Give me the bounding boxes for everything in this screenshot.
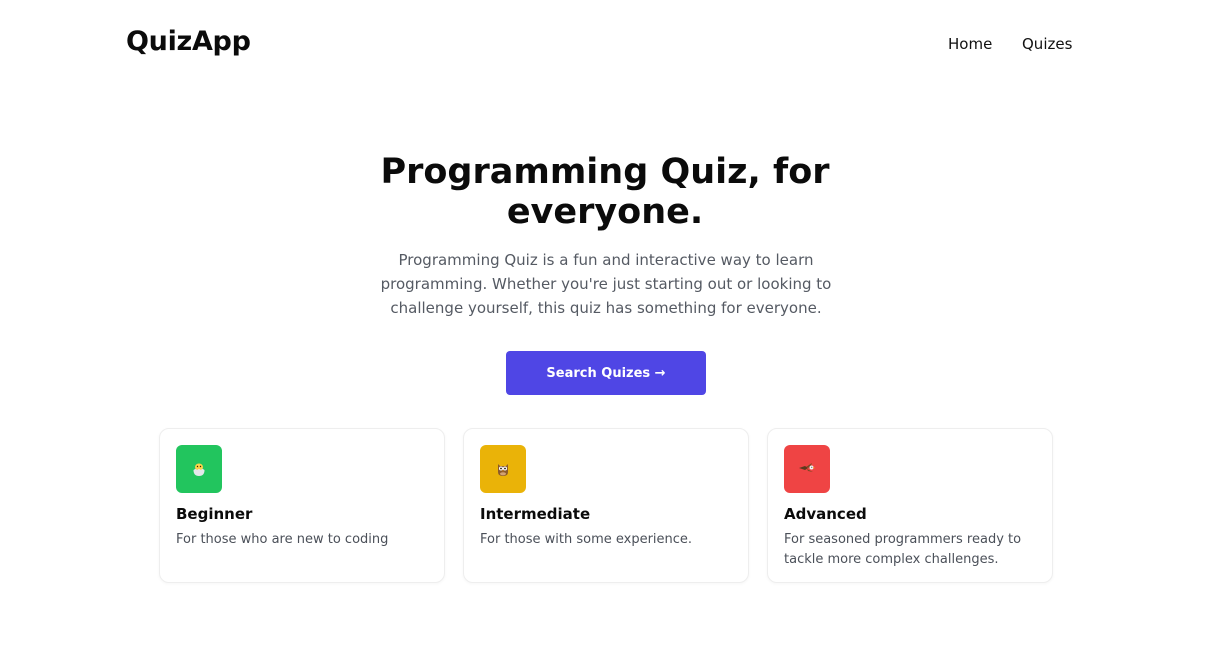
level-card-beginner[interactable]: Beginner For those who are new to coding bbox=[159, 428, 445, 583]
level-title: Advanced bbox=[784, 505, 867, 523]
level-card-advanced[interactable]: Advanced For seasoned programmers ready … bbox=[767, 428, 1053, 583]
level-title: Beginner bbox=[176, 505, 253, 523]
eagle-icon bbox=[784, 445, 830, 493]
level-description: For those with some experience. bbox=[480, 532, 693, 547]
hero-title: Programming Quiz, for everyone. bbox=[380, 152, 830, 232]
hatching-chick-icon bbox=[176, 445, 222, 493]
nav-link-home[interactable]: Home bbox=[948, 35, 992, 53]
app-logo[interactable]: QuizApp bbox=[126, 26, 251, 57]
level-title: Intermediate bbox=[480, 505, 591, 523]
nav-link-quizes[interactable]: Quizes bbox=[1022, 35, 1072, 53]
hero-description: Programming Quiz is a fun and interactiv… bbox=[380, 251, 832, 317]
owl-icon bbox=[480, 445, 526, 493]
page: QuizApp Home Quizes Programming Quiz, fo… bbox=[0, 0, 1210, 667]
navbar: QuizApp Home Quizes bbox=[0, 0, 1210, 88]
level-description: For those who are new to coding bbox=[176, 532, 389, 547]
search-quizes-button[interactable]: Search Quizes → bbox=[506, 351, 706, 395]
level-description: For seasoned programmers ready to tackle… bbox=[784, 532, 1022, 567]
level-card-intermediate[interactable]: Intermediate For those with some experie… bbox=[463, 428, 749, 583]
